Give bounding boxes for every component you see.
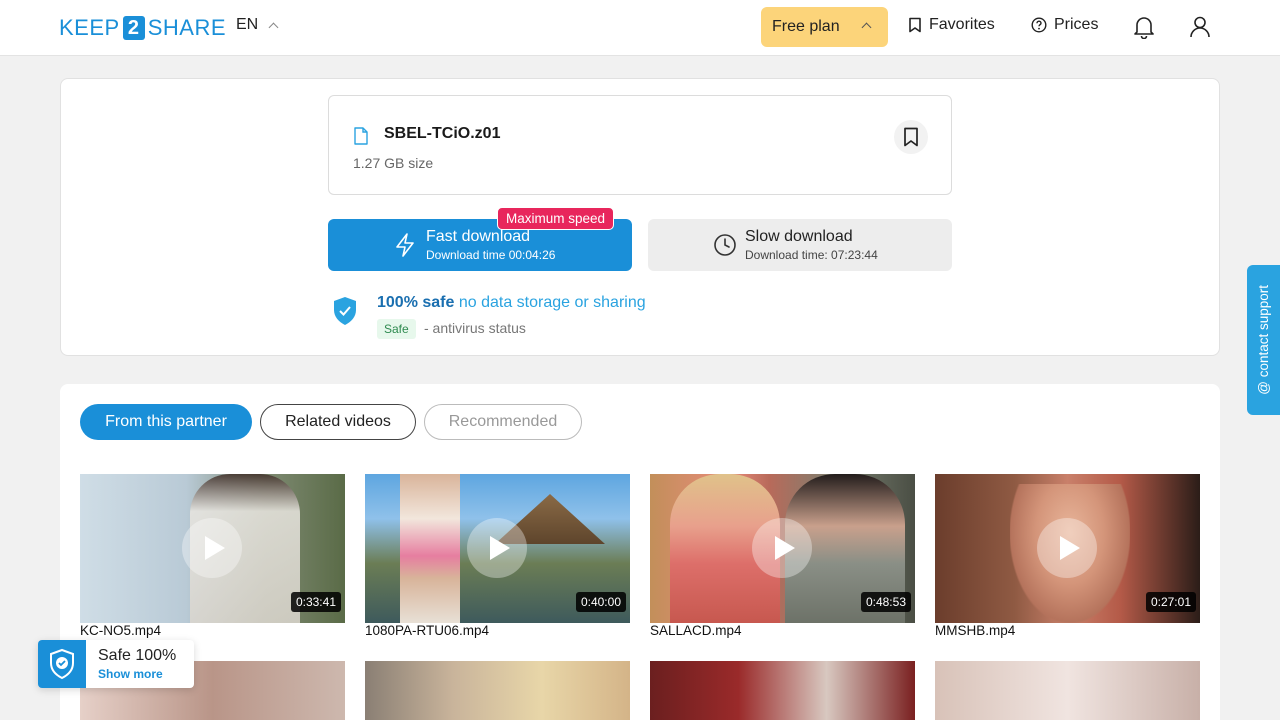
antivirus-status-label: - antivirus status: [424, 320, 526, 336]
show-more-link[interactable]: Show more: [98, 667, 163, 681]
shield-check-icon: [38, 640, 86, 688]
lightning-icon: [396, 233, 414, 257]
shield-check-icon: [334, 297, 356, 325]
slow-download-time: Download time: 07:23:44: [745, 248, 878, 262]
keep2share-logo[interactable]: KEEP 2 SHARE: [59, 15, 226, 41]
question-circle-icon: [1031, 17, 1047, 33]
play-icon: [1037, 518, 1097, 578]
video-duration: 0:33:41: [290, 592, 341, 612]
chevron-up-icon: [861, 22, 872, 33]
video-name[interactable]: 1080PA-RTU06.mp4: [365, 623, 489, 638]
video-thumbnail[interactable]: 0:27:01: [935, 474, 1200, 623]
tab-recommended[interactable]: Recommended: [424, 404, 582, 440]
tab-related-videos[interactable]: Related videos: [260, 404, 416, 440]
video-duration: 0:48:53: [860, 592, 911, 612]
notifications-bell-icon[interactable]: [1133, 15, 1155, 44]
video-thumbnail[interactable]: [935, 661, 1200, 720]
play-icon: [752, 518, 812, 578]
clock-icon: [714, 234, 736, 256]
video-name[interactable]: MMSHB.mp4: [935, 623, 1015, 638]
contact-support-tab[interactable]: @ contact support: [1247, 265, 1280, 415]
language-selector[interactable]: EN: [236, 16, 279, 34]
file-icon: [354, 127, 368, 145]
maximum-speed-badge: Maximum speed: [497, 207, 615, 230]
slow-download-button[interactable]: Slow download Download time: 07:23:44: [648, 219, 952, 271]
thumbnail-image: [400, 474, 460, 623]
top-header: KEEP 2 SHARE EN Free plan Favorites Prices: [0, 0, 1280, 56]
video-duration: 0:27:01: [1145, 592, 1196, 612]
video-thumbnail[interactable]: [365, 661, 630, 720]
antivirus-safe-badge: Safe: [377, 319, 416, 339]
video-name[interactable]: SALLACD.mp4: [650, 623, 742, 638]
file-info-card: [328, 95, 952, 195]
video-thumbnail[interactable]: 0:33:41: [80, 474, 345, 623]
user-account-icon[interactable]: [1189, 15, 1211, 44]
tab-from-this-partner[interactable]: From this partner: [80, 404, 252, 440]
video-name[interactable]: KC-NO5.mp4: [80, 623, 161, 638]
fast-download-time: Download time 00:04:26: [426, 248, 556, 262]
video-duration: 0:40:00: [575, 592, 626, 612]
chevron-up-icon: [268, 22, 279, 32]
play-icon: [467, 518, 527, 578]
safety-statement: 100% safe no data storage or sharing: [377, 294, 646, 311]
favorites-link[interactable]: Favorites: [908, 16, 995, 34]
free-plan-button[interactable]: Free plan: [761, 7, 888, 47]
video-thumbnail[interactable]: 0:40:00: [365, 474, 630, 623]
prices-link[interactable]: Prices: [1031, 16, 1098, 34]
fast-download-title: Fast download: [426, 228, 531, 245]
video-thumbnail[interactable]: 0:48:53: [650, 474, 915, 623]
bookmark-icon: [904, 127, 918, 147]
play-icon: [182, 518, 242, 578]
safe-100-widget[interactable]: Safe 100% Show more: [38, 640, 194, 688]
slow-download-title: Slow download: [745, 228, 853, 245]
safe-widget-title: Safe 100%: [98, 647, 177, 664]
bookmark-icon: [909, 17, 921, 33]
video-thumbnail[interactable]: [650, 661, 915, 720]
file-name: SBEL-TCiO.z01: [384, 125, 501, 142]
file-size: 1.27 GB size: [353, 155, 434, 171]
bookmark-button[interactable]: [894, 120, 928, 154]
